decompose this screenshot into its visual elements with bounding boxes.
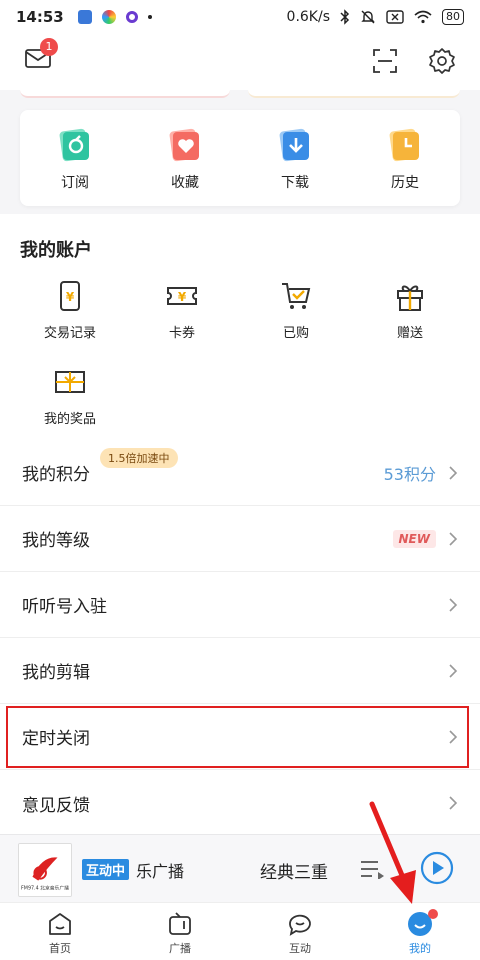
favorite-icon <box>169 128 199 162</box>
timer-highlight-box <box>6 706 469 768</box>
svg-text:¥: ¥ <box>66 290 75 304</box>
sim-x-icon <box>386 10 404 24</box>
nav-interact-label: 互动 <box>289 942 311 955</box>
transaction-icon: ¥ <box>60 281 80 311</box>
settings-gear-icon[interactable] <box>428 47 456 75</box>
wifi-icon <box>414 10 432 24</box>
more-dot-icon <box>147 15 152 19</box>
coupon-label: 卡券 <box>168 326 195 341</box>
status-time: 14:53 <box>16 8 64 26</box>
nav-radio-label: 广播 <box>169 942 191 955</box>
chevron-right-icon <box>449 663 458 678</box>
play-icon[interactable] <box>420 851 454 885</box>
feedback-row[interactable]: 意见反馈 <box>0 770 480 836</box>
station-name: 乐广播 <box>136 862 185 881</box>
clips-label: 我的剪辑 <box>22 663 90 683</box>
scan-icon[interactable] <box>372 48 398 74</box>
bottom-nav: 首页 广播 互动 我的 <box>0 902 480 960</box>
cover-text: FM97.4 北京音乐广播 <box>21 884 69 891</box>
history-icon <box>389 128 419 162</box>
nav-home-label: 首页 <box>49 942 71 955</box>
history-button[interactable]: 历史 <box>350 110 460 206</box>
chevron-right-icon <box>449 597 458 612</box>
gift-label: 赠送 <box>396 326 423 341</box>
radio-icon <box>169 912 191 935</box>
quick-actions-card: 订阅 收藏 下载 历史 <box>20 110 460 206</box>
new-badge: NEW <box>392 529 436 548</box>
points-value: 53积分 <box>383 464 436 484</box>
nav-profile-dot <box>428 909 438 919</box>
playlist-icon[interactable] <box>360 859 386 879</box>
history-label: 历史 <box>391 175 419 191</box>
nav-interact[interactable]: 互动 <box>240 903 360 960</box>
coupon-icon: ¥ <box>167 287 197 305</box>
chat-icon <box>289 914 311 936</box>
chevron-right-icon <box>449 531 458 546</box>
purchased-icon <box>282 283 311 309</box>
app-notification-icon <box>77 10 92 24</box>
download-icon <box>279 128 309 162</box>
chevron-right-icon <box>449 796 458 810</box>
status-bar: 14:53 0.6K/s 80 <box>0 0 480 34</box>
subscribe-label: 订阅 <box>61 175 89 191</box>
live-tag: 互动中 <box>82 859 130 880</box>
banner-card-edge <box>20 90 230 98</box>
download-button[interactable]: 下载 <box>240 110 350 206</box>
join-label: 听听号入驻 <box>22 597 107 617</box>
app-notification-icon <box>101 10 116 24</box>
prize-icon <box>55 371 85 393</box>
join-row[interactable]: 听听号入驻 <box>0 572 480 638</box>
banner-card-edge <box>248 90 460 98</box>
nav-profile[interactable]: 我的 <box>360 903 480 960</box>
top-header: 1 <box>0 34 480 90</box>
speed-pill: 1.5倍加速中 <box>100 448 178 468</box>
program-name: 经典三重 <box>260 863 328 883</box>
coupon-button[interactable]: ¥ 卡券 <box>132 280 232 341</box>
bluetooth-icon <box>340 9 350 25</box>
gift-send-button[interactable]: 赠送 <box>360 280 460 341</box>
station-cover-image: FM97.4 北京音乐广播 <box>18 843 72 897</box>
favorite-label: 收藏 <box>171 175 199 191</box>
nav-home[interactable]: 首页 <box>0 903 120 960</box>
svg-text:¥: ¥ <box>178 290 187 304</box>
level-row[interactable]: 我的等级 NEW <box>0 506 480 572</box>
my-prize-button[interactable]: 我的奖品 <box>20 366 120 427</box>
transaction-record-button[interactable]: ¥ 交易记录 <box>20 280 120 341</box>
clips-row[interactable]: 我的剪辑 <box>0 638 480 704</box>
prize-label: 我的奖品 <box>43 412 96 427</box>
transaction-label: 交易记录 <box>43 326 96 341</box>
chevron-right-icon <box>449 465 458 480</box>
feedback-label: 意见反馈 <box>22 795 90 816</box>
mute-bell-icon <box>361 10 375 24</box>
level-label: 我的等级 <box>22 531 90 551</box>
points-label: 我的积分 <box>22 465 90 485</box>
nav-radio[interactable]: 广播 <box>120 903 240 960</box>
home-icon <box>49 913 71 935</box>
purchased-button[interactable]: 已购 <box>246 280 346 341</box>
mail-badge: 1 <box>40 38 58 56</box>
net-speed: 0.6K/s <box>286 9 330 25</box>
gift-icon <box>397 285 423 311</box>
account-section-title: 我的账户 <box>20 240 92 261</box>
favorite-button[interactable]: 收藏 <box>130 110 240 206</box>
nav-profile-label: 我的 <box>409 942 431 955</box>
download-label: 下载 <box>281 175 309 191</box>
purchased-label: 已购 <box>282 326 309 341</box>
subscribe-button[interactable]: 订阅 <box>20 110 130 206</box>
subscribe-icon <box>59 128 89 162</box>
points-row[interactable]: 我的积分 1.5倍加速中 53积分 <box>0 440 480 506</box>
mini-player[interactable]: FM97.4 北京音乐广播 互动中 乐广播 经典三重 <box>0 834 480 902</box>
battery-indicator: 80 <box>442 9 464 25</box>
app-notification-icon <box>125 11 138 23</box>
